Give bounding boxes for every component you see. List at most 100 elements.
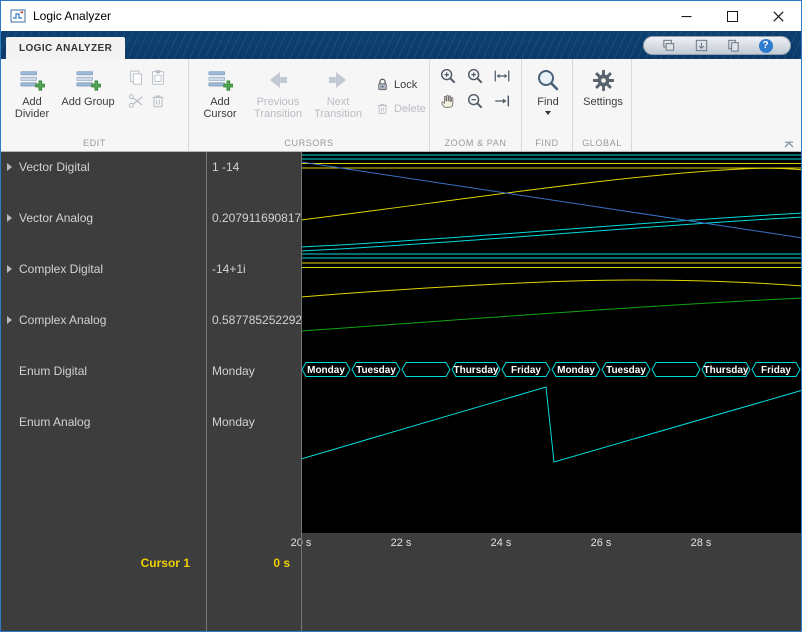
signal-name: Vector Analog	[19, 211, 94, 225]
close-button[interactable]	[755, 1, 801, 31]
copy-view-icon[interactable]	[726, 38, 741, 53]
cascade-windows-icon[interactable]	[661, 38, 676, 53]
paste-button[interactable]	[147, 65, 169, 89]
svg-text:Thursday: Thursday	[703, 365, 748, 376]
logic-analyzer-window: Logic Analyzer LOGIC ANALYZER ? Add Divi…	[0, 0, 802, 632]
enum-analog-trace	[301, 386, 801, 463]
signal-value: Monday	[212, 415, 255, 429]
signal-row-enum-digital[interactable]: Enum Digital	[1, 356, 206, 407]
help-button[interactable]: ?	[758, 38, 773, 53]
signal-row-vector-analog[interactable]: Vector Analog	[1, 203, 206, 254]
time-axis: 20 s 22 s 24 s 26 s 28 s	[291, 537, 801, 553]
signal-name: Complex Digital	[19, 262, 104, 276]
dock-icon[interactable]	[694, 38, 709, 53]
signal-name: Enum Digital	[19, 364, 88, 378]
signal-value: 1 -14	[212, 160, 240, 174]
signal-row-vector-digital[interactable]: Vector Digital	[1, 152, 206, 203]
signal-names-column: Vector Digital Vector Analog Complex Dig…	[1, 152, 206, 631]
cursor-time-value: 0 s	[273, 556, 290, 570]
expand-icon[interactable]	[7, 214, 12, 222]
app-icon	[10, 8, 26, 24]
cursor-small-buttons: Lock Delete	[375, 63, 427, 136]
signal-name: Vector Digital	[19, 160, 90, 174]
fit-to-view-button[interactable]	[489, 64, 515, 88]
tab-logic-analyzer[interactable]: LOGIC ANALYZER	[6, 37, 126, 59]
names-values-divider[interactable]	[206, 152, 207, 631]
zoom-to-cursor-button[interactable]	[489, 89, 515, 113]
section-label-zoom-pan: ZOOM & PAN	[444, 138, 507, 148]
toolbar-section-zoom-pan: ZOOM & PAN	[430, 59, 522, 151]
signal-row-complex-analog[interactable]: Complex Analog	[1, 305, 206, 356]
pan-button[interactable]	[435, 89, 461, 113]
expand-icon[interactable]	[7, 265, 12, 273]
complex-analog-trace	[301, 279, 801, 298]
toolbar-filler	[632, 59, 801, 151]
next-transition-button[interactable]: Next Transition	[309, 63, 367, 136]
svg-text:Monday: Monday	[307, 365, 345, 376]
delete-button[interactable]	[147, 89, 169, 113]
cyan-traces	[301, 154, 801, 463]
scope-area: Vector Digital Vector Analog Complex Dig…	[1, 152, 801, 631]
section-label-find: FIND	[535, 138, 559, 148]
toolbar-section-cursors: Add Cursor Previous Transition Next Tran…	[189, 59, 430, 151]
expand-icon[interactable]	[7, 316, 12, 324]
dropdown-caret-icon	[545, 111, 551, 115]
toolbar-section-global: Settings GLOBAL	[573, 59, 632, 151]
signal-value: 0.207911690817	[212, 211, 301, 225]
waveform-traces[interactable]: Monday Tuesday Thursday Friday Monday Tu…	[301, 152, 802, 533]
blue-traces	[301, 161, 801, 239]
fit-to-view-icon	[493, 67, 511, 85]
add-cursor-button[interactable]: Add Cursor	[193, 63, 247, 136]
zoom-in-button[interactable]	[462, 64, 488, 88]
pan-hand-icon	[439, 92, 457, 110]
signal-row-enum-analog[interactable]: Enum Analog	[1, 407, 206, 458]
signal-value: -14+1i	[212, 262, 246, 276]
add-divider-icon	[19, 66, 45, 94]
section-label-edit: EDIT	[83, 138, 106, 148]
titlebar: Logic Analyzer	[1, 1, 801, 31]
add-cursor-icon	[207, 66, 233, 94]
quick-access-toolbar: ?	[643, 36, 791, 55]
minimize-button[interactable]	[663, 1, 709, 31]
maximize-button[interactable]	[709, 1, 755, 31]
svg-text:Tuesday: Tuesday	[606, 365, 646, 376]
zoom-in-icon	[466, 67, 484, 85]
cut-button[interactable]	[125, 89, 147, 113]
toolstrip: Add Divider Add Group EDIT Add Cursor Pr…	[1, 59, 801, 152]
lock-button[interactable]: Lock	[375, 77, 427, 92]
add-group-button[interactable]: Add Group	[61, 63, 115, 136]
signal-name: Complex Analog	[19, 313, 107, 327]
zoom-in-x-icon	[439, 67, 457, 85]
svg-text:Friday: Friday	[761, 365, 791, 376]
zoom-in-x-button[interactable]	[435, 64, 461, 88]
tabstrip: LOGIC ANALYZER ?	[1, 31, 801, 59]
values-waveform-divider[interactable]	[301, 152, 302, 631]
add-divider-button[interactable]: Add Divider	[5, 63, 59, 136]
expand-icon[interactable]	[7, 163, 12, 171]
delete-cursor-button[interactable]: Delete	[375, 101, 427, 116]
zoom-to-cursor-icon	[493, 92, 511, 110]
edit-mini-buttons	[125, 65, 169, 136]
settings-button[interactable]: Settings	[577, 63, 629, 136]
find-button[interactable]: Find	[526, 63, 570, 136]
vector-analog-trace	[301, 167, 801, 221]
signal-value: 0.587785252292	[212, 313, 301, 327]
find-icon	[535, 66, 561, 94]
collapse-toolstrip-button[interactable]	[783, 140, 795, 149]
signal-row-complex-digital[interactable]: Complex Digital	[1, 254, 206, 305]
previous-transition-button[interactable]: Previous Transition	[249, 63, 307, 136]
svg-text:Thursday: Thursday	[453, 365, 498, 376]
waveform-display[interactable]: Monday Tuesday Thursday Friday Monday Tu…	[301, 152, 802, 533]
time-tick-label: 24 s	[490, 537, 512, 549]
cursor-label: Cursor 1	[140, 556, 190, 570]
section-label-cursors: CURSORS	[284, 138, 334, 148]
toolbar-section-find: Find FIND	[522, 59, 573, 151]
time-tick-label: 28 s	[690, 537, 712, 549]
time-tick-label: 26 s	[590, 537, 612, 549]
svg-text:Monday: Monday	[557, 365, 595, 376]
copy-button[interactable]	[125, 65, 147, 89]
arrow-right-icon	[325, 66, 351, 94]
green-traces	[301, 297, 801, 332]
toolbar-section-edit: Add Divider Add Group EDIT	[1, 59, 189, 151]
zoom-out-button[interactable]	[462, 89, 488, 113]
